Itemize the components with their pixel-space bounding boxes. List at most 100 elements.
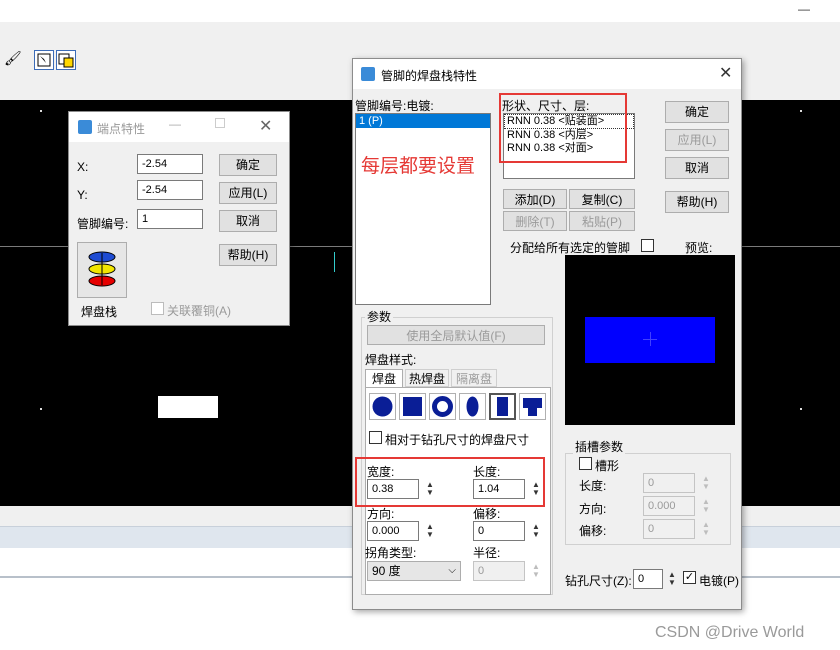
vertex-properties-dialog: 端点特性 — ✕ X: -2.54 Y: -2.54 管脚编号: 1 确定 应用… bbox=[68, 111, 290, 326]
use-global-default-button[interactable]: 使用全局默认值(F) bbox=[367, 325, 545, 345]
rectangle-shape-button[interactable] bbox=[489, 393, 516, 420]
dialog-titlebar[interactable]: 管脚的焊盘栈特性 ✕ bbox=[353, 59, 741, 89]
dialog-title: 端点特性 bbox=[97, 122, 146, 136]
ok-button[interactable]: 确定 bbox=[665, 101, 729, 123]
tab-antipad[interactable]: 隔离盘 bbox=[451, 369, 497, 387]
direction-input[interactable]: 0.000 bbox=[367, 521, 419, 541]
cancel-button[interactable]: 取消 bbox=[665, 157, 729, 179]
slot-length-input[interactable]: 0 bbox=[643, 473, 695, 493]
slot-length-label: 长度: bbox=[579, 479, 607, 493]
apply-button[interactable]: 应用(L) bbox=[665, 129, 729, 151]
plated-label: 电镀(P) bbox=[699, 574, 739, 588]
minimize-button[interactable]: — bbox=[798, 2, 810, 16]
pin-list[interactable]: 1 (P) bbox=[355, 113, 491, 305]
radius-label: 半径: bbox=[473, 546, 501, 560]
app-top-bar: — bbox=[0, 0, 840, 22]
app-icon bbox=[361, 67, 375, 81]
dialog-title: 管脚的焊盘栈特性 bbox=[381, 69, 478, 83]
direction-label: 方向: bbox=[367, 507, 395, 521]
slot-offset-spinner-icon[interactable]: ▲ ▼ bbox=[701, 521, 711, 537]
tab-pad[interactable]: 焊盘 bbox=[365, 369, 403, 387]
associate-copper-label: 关联覆铜(A) bbox=[167, 304, 231, 318]
associate-copper-checkbox[interactable] bbox=[151, 302, 164, 315]
annotation-text: 每层都要设置 bbox=[361, 156, 476, 177]
grid-dot bbox=[40, 110, 42, 112]
layers-highlight-box bbox=[499, 93, 627, 163]
app-icon bbox=[78, 120, 92, 134]
plated-checkbox[interactable]: ✓ bbox=[683, 571, 696, 584]
delete-button[interactable]: 删除(T) bbox=[503, 211, 567, 231]
brush-icon[interactable]: 🖌 bbox=[4, 50, 22, 67]
canvas-component[interactable] bbox=[158, 396, 218, 418]
cancel-button[interactable]: 取消 bbox=[219, 210, 277, 232]
x-label: X: bbox=[77, 160, 89, 174]
padstack-icon bbox=[88, 251, 116, 287]
maximize-icon[interactable] bbox=[215, 118, 225, 128]
pin-number-label: 管脚编号: bbox=[77, 217, 129, 231]
close-icon[interactable]: ✕ bbox=[259, 116, 272, 136]
round-shape-button[interactable] bbox=[369, 393, 396, 420]
paste-button[interactable]: 粘贴(P) bbox=[569, 211, 635, 231]
chevron-down-icon: ⌵ bbox=[448, 565, 456, 576]
slot-title: 插槽参数 bbox=[573, 438, 626, 455]
slot-length-spinner-icon[interactable]: ▲ ▼ bbox=[701, 475, 711, 491]
params-title: 参数 bbox=[365, 308, 394, 325]
offset-spinner-icon[interactable]: ▲ ▼ bbox=[531, 523, 541, 539]
drill-size-spinner-icon[interactable]: ▲ ▼ bbox=[667, 571, 677, 587]
slot-direction-label: 方向: bbox=[579, 502, 607, 516]
dialog-titlebar[interactable]: 端点特性 — ✕ bbox=[69, 112, 289, 142]
radius-spinner-icon[interactable]: ▲ ▼ bbox=[531, 563, 541, 579]
drill-size-input[interactable]: 0 bbox=[633, 569, 663, 589]
odd-shape-button[interactable] bbox=[519, 393, 546, 420]
close-icon[interactable]: ✕ bbox=[719, 63, 732, 83]
drill-size-label: 钻孔尺寸(Z): bbox=[565, 574, 632, 588]
y-label: Y: bbox=[77, 188, 88, 202]
pin-number-input[interactable]: 1 bbox=[137, 209, 203, 229]
padstack-button[interactable] bbox=[77, 242, 127, 298]
pin-list-item[interactable]: 1 (P) bbox=[356, 114, 490, 128]
help-button[interactable]: 帮助(H) bbox=[665, 191, 729, 213]
relative-to-drill-checkbox[interactable] bbox=[369, 431, 382, 444]
preview-crosshair bbox=[650, 332, 651, 346]
x-input[interactable]: -2.54 bbox=[137, 154, 203, 174]
minimize-icon[interactable]: — bbox=[169, 117, 181, 131]
grid-dot bbox=[800, 408, 802, 410]
square-shape-button[interactable] bbox=[399, 393, 426, 420]
pin-marker[interactable] bbox=[334, 252, 346, 272]
slot-direction-spinner-icon[interactable]: ▲ ▼ bbox=[701, 498, 711, 514]
slot-offset-label: 偏移: bbox=[579, 524, 607, 538]
padstack-label: 焊盘栈 bbox=[81, 305, 118, 319]
grid-dot bbox=[800, 110, 802, 112]
assign-all-checkbox[interactable] bbox=[641, 239, 654, 252]
y-input[interactable]: -2.54 bbox=[137, 180, 203, 200]
copy-button[interactable]: 复制(C) bbox=[569, 189, 635, 209]
pin-list-header: 管脚编号:电镀: bbox=[355, 99, 434, 113]
tab-thermal[interactable]: 热焊盘 bbox=[405, 369, 449, 387]
help-button[interactable]: 帮助(H) bbox=[219, 244, 277, 266]
apply-button[interactable]: 应用(L) bbox=[219, 182, 277, 204]
slot-checkbox[interactable] bbox=[579, 457, 592, 470]
corner-type-value: 90 度 bbox=[372, 564, 401, 578]
window-tool-icon[interactable] bbox=[56, 50, 76, 70]
corner-type-select[interactable]: 90 度 ⌵ bbox=[367, 561, 461, 581]
preview-label: 预览: bbox=[685, 241, 713, 255]
offset-label: 偏移: bbox=[473, 507, 501, 521]
size-highlight-box bbox=[355, 457, 545, 507]
watermark: CSDN @Drive World bbox=[655, 624, 805, 641]
slot-offset-input[interactable]: 0 bbox=[643, 519, 695, 539]
slot-check-label: 槽形 bbox=[595, 459, 620, 473]
slot-direction-input[interactable]: 0.000 bbox=[643, 496, 695, 516]
relative-to-drill-label: 相对于钻孔尺寸的焊盘尺寸 bbox=[385, 433, 530, 447]
ok-button[interactable]: 确定 bbox=[219, 154, 277, 176]
pad-style-label: 焊盘样式: bbox=[365, 353, 417, 367]
annulus-shape-button[interactable] bbox=[429, 393, 456, 420]
direction-spinner-icon[interactable]: ▲ ▼ bbox=[425, 523, 435, 539]
padstack-properties-dialog: 管脚的焊盘栈特性 ✕ 管脚编号:电镀: 1 (P) 每层都要设置 形状、尺寸、层… bbox=[352, 58, 742, 610]
assign-all-label: 分配给所有选定的管脚 bbox=[510, 241, 631, 255]
offset-input[interactable]: 0 bbox=[473, 521, 525, 541]
add-button[interactable]: 添加(D) bbox=[503, 189, 567, 209]
radius-input[interactable]: 0 bbox=[473, 561, 525, 581]
oval-shape-button[interactable] bbox=[459, 393, 486, 420]
corner-type-label: 拐角类型: bbox=[365, 546, 417, 560]
select-tool-icon[interactable] bbox=[34, 50, 54, 70]
